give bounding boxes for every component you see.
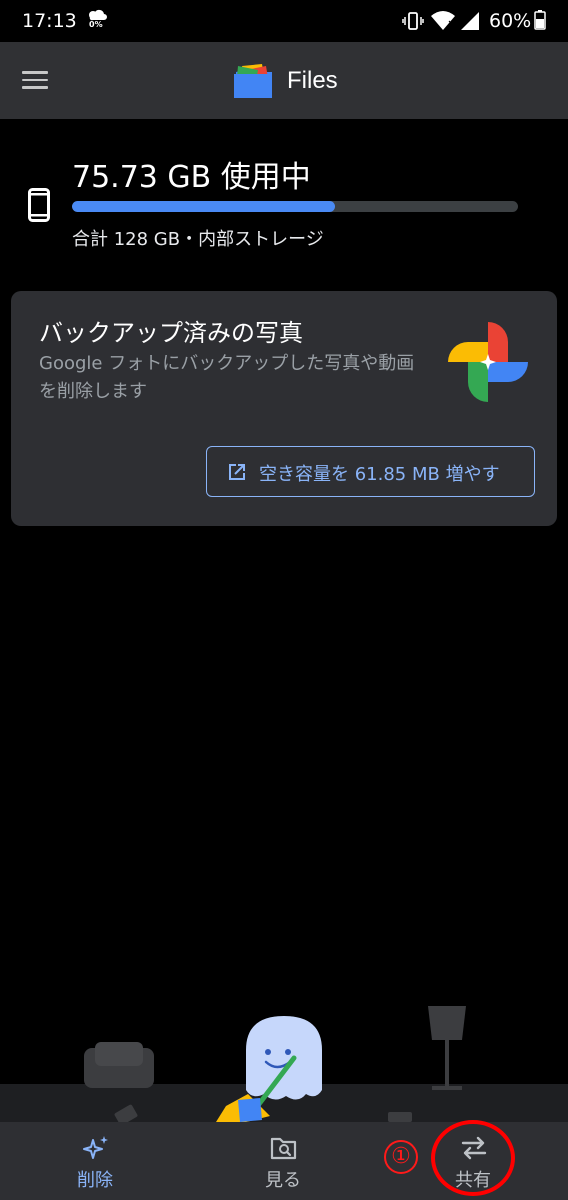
- battery-icon: [534, 10, 546, 30]
- card-title: バックアップ済みの写真: [39, 319, 303, 347]
- app-bar: Files: [0, 42, 568, 119]
- open-external-icon: [229, 464, 245, 480]
- menu-icon-line: [22, 71, 48, 74]
- free-up-space-label: 空き容量を 61.85 MB 増やす: [259, 464, 500, 485]
- annotation-step-number: ①: [384, 1140, 418, 1174]
- battery-percent: 60%: [489, 10, 532, 32]
- menu-icon-line: [22, 78, 48, 81]
- nav-tab-browse-label: 見る: [265, 1170, 301, 1191]
- app-title: Files: [287, 67, 338, 94]
- backup-photos-card[interactable]: バックアップ済みの写真 Google フォトにバックアップした写真や動画を削除し…: [11, 291, 557, 526]
- storage-progress-fill: [72, 201, 336, 212]
- free-up-space-button[interactable]: 空き容量を 61.85 MB 増やす: [206, 446, 535, 497]
- nav-tab-browse[interactable]: 見る: [223, 1122, 343, 1200]
- cleaning-illustration: [0, 1006, 568, 1122]
- nav-tab-delete[interactable]: 削除: [35, 1122, 155, 1200]
- storage-total-label: 合計 128 GB・内部ストレージ: [72, 229, 324, 250]
- storage-used-label: 75.73 GB 使用中: [72, 160, 311, 195]
- files-logo-icon: [234, 64, 272, 98]
- sparkle-icon: [83, 1136, 108, 1159]
- phone-icon: [28, 188, 50, 222]
- status-bar: 17:13 0% 60%: [0, 0, 568, 42]
- menu-icon-line: [22, 86, 48, 89]
- menu-button[interactable]: [22, 66, 54, 96]
- nav-tab-delete-label: 削除: [77, 1170, 113, 1191]
- status-time: 17:13: [22, 10, 77, 32]
- wifi-icon: [431, 11, 455, 30]
- google-photos-icon: [448, 322, 528, 402]
- storage-progress-bar: [72, 201, 518, 212]
- signal-icon: [461, 12, 479, 30]
- vibrate-icon: [402, 12, 424, 30]
- folder-search-icon: [270, 1137, 297, 1160]
- card-description: Google フォトにバックアップした写真や動画を削除します: [39, 353, 415, 402]
- annotation-highlight-circle: [431, 1120, 515, 1196]
- weather-percent: 0%: [89, 20, 103, 29]
